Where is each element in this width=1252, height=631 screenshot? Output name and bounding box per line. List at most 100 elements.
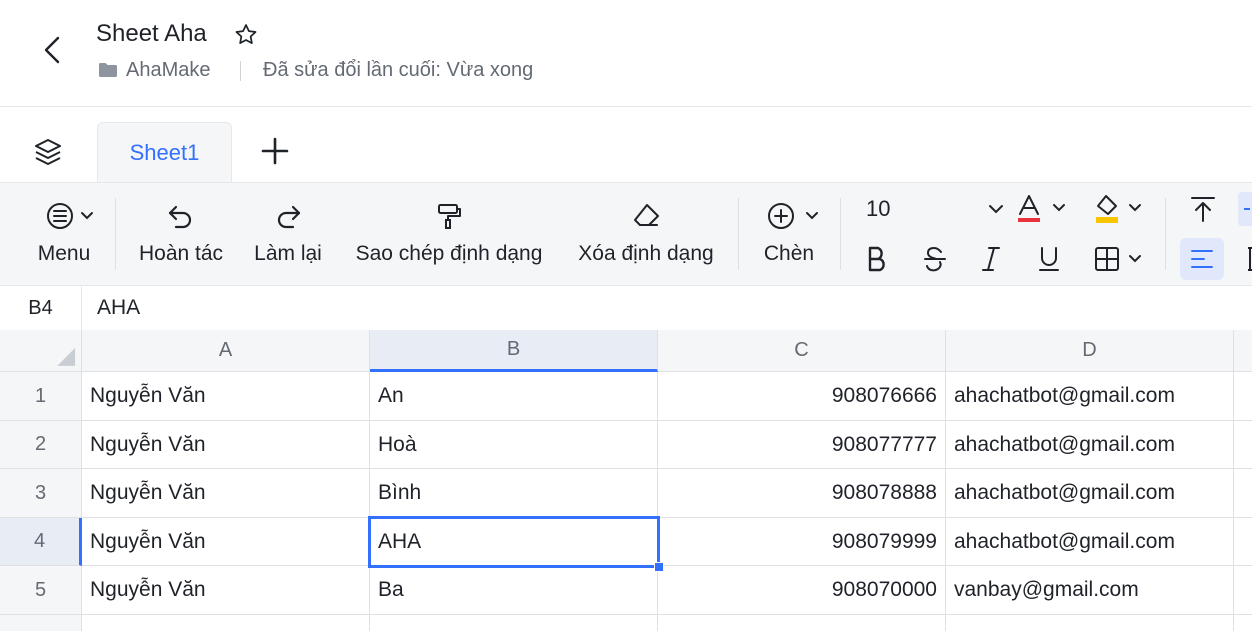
toolbar-divider <box>1165 198 1166 270</box>
cell-c2[interactable]: 908077777 <box>658 421 946 469</box>
folder-icon <box>98 62 118 78</box>
document-title[interactable]: Sheet Aha <box>96 20 207 48</box>
redo-icon <box>277 205 301 229</box>
cell-b1[interactable]: An <box>370 372 658 421</box>
clear-format-button[interactable]: Xóa định dạng <box>568 196 724 266</box>
cell-c1[interactable]: 908076666 <box>658 372 946 421</box>
star-icon[interactable] <box>233 22 259 48</box>
chevron-down-icon <box>989 205 1003 214</box>
formula-input[interactable]: AHA <box>97 286 140 330</box>
insert-label: Chèn <box>763 242 815 265</box>
bold-icon <box>868 246 885 272</box>
formula-bar <box>0 286 1252 331</box>
cell-e1[interactable] <box>1234 372 1252 421</box>
header-divider <box>240 61 241 81</box>
cell-d4[interactable]: ahachatbot@gmail.com <box>946 518 1234 566</box>
cell-a4[interactable]: Nguyễn Văn <box>82 518 370 566</box>
cell-c5[interactable]: 908070000 <box>658 566 946 615</box>
cell-a6[interactable] <box>82 615 370 631</box>
cell-b3[interactable]: Bình <box>370 469 658 518</box>
layers-icon[interactable] <box>32 136 64 168</box>
align-left-icon <box>1191 250 1213 268</box>
undo-label: Hoàn tác <box>138 242 224 265</box>
row-header-5[interactable]: 5 <box>0 566 82 615</box>
row-header-3[interactable]: 3 <box>0 469 82 518</box>
row-header-4[interactable]: 4 <box>0 518 82 566</box>
cell-a1[interactable]: Nguyễn Văn <box>82 372 370 421</box>
toolbar-divider <box>840 198 841 270</box>
redo-label: Làm lại <box>254 242 322 265</box>
back-arrow-icon[interactable] <box>38 32 66 68</box>
cell-d1[interactable]: ahachatbot@gmail.com <box>946 372 1234 421</box>
row-header-1[interactable]: 1 <box>0 372 82 421</box>
cell-d2[interactable]: ahachatbot@gmail.com <box>946 421 1234 469</box>
format-painter-button[interactable]: Sao chép định dạng <box>346 196 552 266</box>
undo-icon <box>168 205 192 229</box>
row-header-6[interactable] <box>0 615 82 631</box>
text-color-button[interactable] <box>1012 192 1072 226</box>
column-header-c[interactable]: C <box>658 330 946 372</box>
column-header-a[interactable]: A <box>82 330 370 372</box>
fill-color-button[interactable] <box>1092 192 1152 226</box>
format-painter-icon <box>438 204 461 229</box>
document-header <box>0 0 1252 107</box>
bold-button[interactable] <box>862 242 892 276</box>
font-size-value: 10 <box>866 196 891 221</box>
last-edit-status: Đã sửa đổi lần cuối: Vừa xong <box>263 59 534 81</box>
cell-e3[interactable] <box>1234 469 1252 518</box>
toolbar-divider <box>115 198 116 270</box>
strikethrough-button[interactable] <box>920 242 950 276</box>
format-painter-label: Sao chép định dạng <box>355 242 543 265</box>
cell-a3[interactable]: Nguyễn Văn <box>82 469 370 518</box>
menu-label: Menu <box>37 242 91 265</box>
tab-sheet1[interactable]: Sheet1 <box>97 122 232 182</box>
row-header-2[interactable]: 2 <box>0 421 82 469</box>
align-middle-partial[interactable] <box>1240 242 1252 276</box>
borders-icon <box>1095 247 1141 271</box>
cell-b2[interactable]: Hoà <box>370 421 658 469</box>
cell-c4[interactable]: 908079999 <box>658 518 946 566</box>
align-option-partial[interactable] <box>1238 192 1252 226</box>
menu-button[interactable]: Menu <box>22 196 106 266</box>
select-all-corner[interactable] <box>0 330 82 372</box>
cell-e4[interactable] <box>1234 518 1252 566</box>
spreadsheet-grid: A B C D 1 Nguyễn Văn An 908076666 ahacha… <box>0 330 1252 631</box>
column-header-d[interactable]: D <box>946 330 1234 372</box>
column-header-e[interactable] <box>1234 330 1252 372</box>
plus-circle-icon <box>768 203 818 229</box>
underline-icon <box>1039 247 1059 271</box>
cell-d6[interactable] <box>946 615 1234 631</box>
italic-icon <box>982 247 1000 271</box>
eraser-icon <box>634 204 659 226</box>
cell-a2[interactable]: Nguyễn Văn <box>82 421 370 469</box>
cell-b6[interactable] <box>370 615 658 631</box>
fill-handle[interactable] <box>654 562 664 572</box>
column-header-b[interactable]: B <box>370 330 658 372</box>
add-sheet-plus-icon[interactable] <box>260 136 290 166</box>
cell-d3[interactable]: ahachatbot@gmail.com <box>946 469 1234 518</box>
clear-format-label: Xóa định dạng <box>578 242 714 265</box>
align-left-button[interactable] <box>1180 238 1224 280</box>
cell-d5[interactable]: vanbay@gmail.com <box>946 566 1234 615</box>
cell-reference[interactable]: B4 <box>0 286 82 330</box>
undo-button[interactable]: Hoàn tác <box>130 196 232 266</box>
redo-button[interactable]: Làm lại <box>246 196 330 266</box>
text-color-icon <box>1018 195 1065 222</box>
cell-a5[interactable]: Nguyễn Văn <box>82 566 370 615</box>
cell-e5[interactable] <box>1234 566 1252 615</box>
menu-list-icon <box>47 203 93 229</box>
underline-button[interactable] <box>1034 242 1064 276</box>
toolbar-divider <box>738 198 739 270</box>
cell-c6[interactable] <box>658 615 946 631</box>
font-size-select[interactable]: 10 <box>858 192 1004 226</box>
insert-button[interactable]: Chèn <box>752 196 826 266</box>
cell-b5[interactable]: Ba <box>370 566 658 615</box>
borders-button[interactable] <box>1092 242 1152 276</box>
cell-c3[interactable]: 908078888 <box>658 469 946 518</box>
cell-e2[interactable] <box>1234 421 1252 469</box>
folder-link[interactable]: AhaMake <box>126 59 211 82</box>
align-top-button[interactable] <box>1186 192 1220 226</box>
italic-button[interactable] <box>976 242 1006 276</box>
cell-b4[interactable]: AHA <box>370 518 658 566</box>
paint-bucket-icon <box>1096 195 1141 223</box>
